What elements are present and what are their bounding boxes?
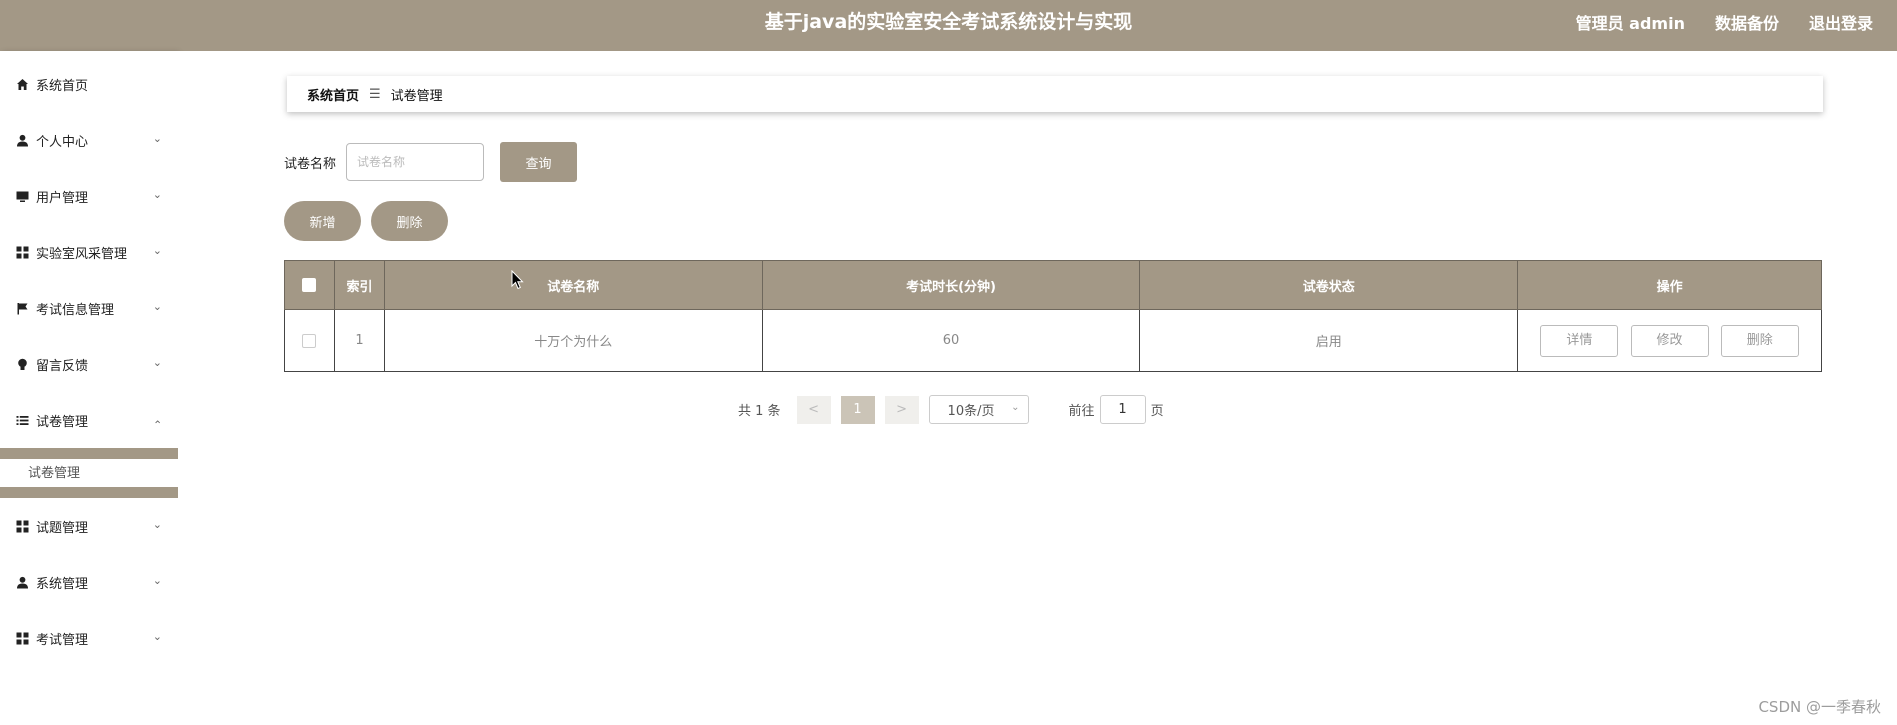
- search-bar: 试卷名称 查询: [284, 142, 578, 182]
- sidebar-item-feedback[interactable]: 留言反馈 ⌄: [0, 336, 178, 392]
- sidebar: 系统首页 个人中心 ⌄ 用户管理 ⌄ 实验室风采管理 ⌄ 考试信息管理 ⌄ 留言…: [0, 51, 178, 725]
- chevron-down-icon: ⌄: [152, 300, 162, 314]
- submenu-top-bar: [0, 448, 178, 459]
- sidebar-item-label: 考试管理: [36, 632, 89, 648]
- sidebar-item-label: 试卷管理: [36, 414, 89, 430]
- grid-icon: [15, 519, 29, 533]
- flag-icon: [15, 301, 29, 315]
- table-row: 1 十万个为什么 60 启用 详情 修改 删除: [284, 309, 1822, 372]
- chevron-down-icon: ⌄: [152, 630, 162, 644]
- monitor-icon: [15, 189, 29, 203]
- chevron-down-icon: ⌄: [152, 132, 162, 146]
- user-icon: [15, 133, 29, 147]
- row-delete-button[interactable]: 删除: [1720, 324, 1799, 357]
- sidebar-item-label: 实验室风采管理: [36, 246, 128, 262]
- column-header: 操作: [1517, 260, 1822, 310]
- row-checkbox[interactable]: [302, 333, 317, 348]
- row-operations: 详情 修改 删除: [1517, 309, 1822, 372]
- sidebar-item-paper-management[interactable]: 试卷管理 ⌄: [0, 392, 178, 448]
- sidebar-item-user-management[interactable]: 用户管理 ⌄: [0, 168, 178, 224]
- chevron-down-icon: ⌄: [152, 188, 162, 202]
- prev-page-button[interactable]: <: [796, 395, 831, 424]
- sidebar-item-personal-center[interactable]: 个人中心 ⌄: [0, 112, 178, 168]
- sidebar-item-label: 留言反馈: [36, 358, 89, 374]
- chevron-down-icon: ⌄: [152, 574, 162, 588]
- delete-button[interactable]: 删除: [371, 201, 448, 241]
- pagination-total: 共 1 条: [738, 404, 781, 419]
- bulb-icon: [15, 357, 29, 371]
- sidebar-item-label: 系统管理: [36, 576, 89, 592]
- row-paper-name: 十万个为什么: [383, 309, 763, 372]
- data-backup-link[interactable]: 数据备份: [1715, 10, 1779, 34]
- search-label: 试卷名称: [284, 156, 337, 172]
- submenu-paper: 试卷管理: [0, 448, 178, 498]
- watermark: CSDN @一季春秋: [1758, 698, 1881, 716]
- chevron-down-icon: ⌄: [152, 244, 162, 258]
- home-icon: [15, 77, 29, 91]
- chevron-down-icon: ⌄: [152, 518, 162, 532]
- sidebar-item-label: 考试信息管理: [36, 302, 115, 318]
- search-input[interactable]: [346, 143, 485, 181]
- chevron-down-icon: ⌄: [1011, 402, 1020, 413]
- goto-page-input[interactable]: [1099, 395, 1146, 424]
- breadcrumb-current: 试卷管理: [390, 88, 443, 104]
- sidebar-item-label: 个人中心: [36, 134, 89, 150]
- detail-button[interactable]: 详情: [1540, 324, 1619, 357]
- column-header: 试卷状态: [1139, 260, 1519, 310]
- chevron-up-icon: ⌄: [152, 417, 162, 431]
- page-suffix: 页: [1150, 404, 1164, 419]
- sidebar-item-label: 系统首页: [36, 78, 89, 94]
- mouse-cursor-icon: [511, 270, 524, 290]
- row-status: 启用: [1139, 309, 1519, 372]
- column-header: 试卷名称: [383, 260, 763, 310]
- top-bar: 基于java的实验室安全考试系统设计与实现 管理员 admin 数据备份 退出登…: [0, 0, 1897, 51]
- sidebar-item-lab-showcase[interactable]: 实验室风采管理 ⌄: [0, 224, 178, 280]
- action-buttons: 新增 删除: [284, 201, 448, 241]
- select-all-checkbox[interactable]: [302, 278, 317, 292]
- submenu-bottom-bar: [0, 487, 178, 498]
- breadcrumb: 系统首页 ☰ 试卷管理: [287, 76, 1823, 112]
- page-size-value: 10条/页: [947, 404, 995, 419]
- column-header: 索引: [333, 260, 385, 310]
- submenu-item-paper-management[interactable]: 试卷管理: [28, 462, 80, 481]
- sidebar-item-exam-management[interactable]: 考试管理 ⌄: [0, 610, 178, 666]
- column-header: 考试时长(分钟): [761, 260, 1141, 310]
- page-number-button[interactable]: 1: [840, 395, 875, 424]
- next-page-button[interactable]: >: [884, 395, 919, 424]
- sidebar-item-exam-info[interactable]: 考试信息管理 ⌄: [0, 280, 178, 336]
- add-button[interactable]: 新增: [284, 201, 361, 241]
- row-duration: 60: [761, 309, 1141, 372]
- breadcrumb-separator-icon: ☰: [369, 86, 381, 102]
- row-index: 1: [333, 309, 385, 372]
- grid-icon: [15, 631, 29, 645]
- page-size-select[interactable]: 10条/页 ⌄: [928, 395, 1029, 424]
- goto-label: 前往: [1068, 404, 1095, 419]
- user-icon: [15, 575, 29, 589]
- query-button[interactable]: 查询: [500, 142, 578, 182]
- select-all-cell[interactable]: [284, 260, 335, 310]
- sidebar-item-question-management[interactable]: 试题管理 ⌄: [0, 498, 178, 554]
- edit-button[interactable]: 修改: [1630, 324, 1709, 357]
- grid-icon: [15, 245, 29, 259]
- list-icon: [15, 413, 29, 427]
- sidebar-item-label: 试题管理: [36, 520, 89, 536]
- sidebar-item-home[interactable]: 系统首页: [0, 56, 178, 112]
- logout-link[interactable]: 退出登录: [1809, 10, 1873, 34]
- breadcrumb-home[interactable]: 系统首页: [307, 85, 359, 104]
- row-select-cell[interactable]: [284, 309, 335, 372]
- chevron-down-icon: ⌄: [152, 356, 162, 370]
- sidebar-item-system-management[interactable]: 系统管理 ⌄: [0, 554, 178, 610]
- main-content: 系统首页 ☰ 试卷管理 试卷名称 查询 新增 删除 索引 试卷名称 考试时长(分…: [178, 51, 1897, 725]
- pagination: 共 1 条 < 1 > 10条/页 ⌄ 前往 页: [738, 395, 1164, 424]
- admin-user-label[interactable]: 管理员 admin: [1576, 10, 1685, 34]
- sidebar-item-label: 用户管理: [36, 190, 89, 206]
